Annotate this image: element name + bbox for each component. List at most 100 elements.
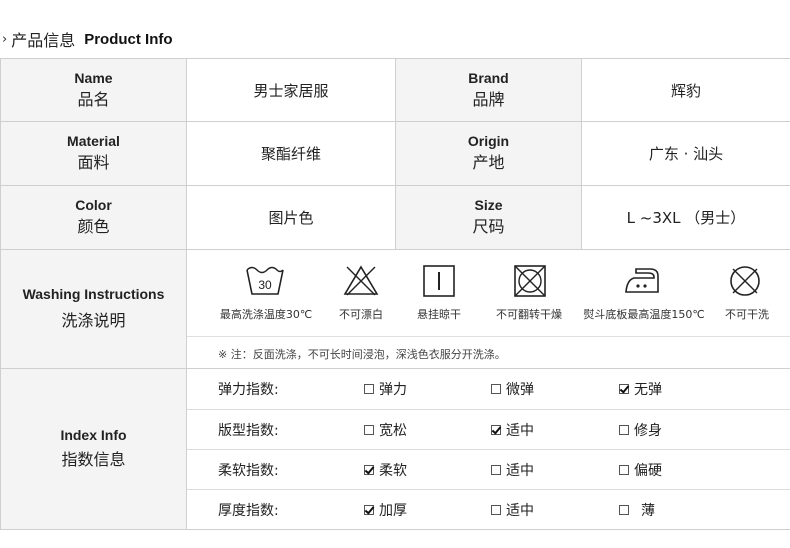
section-title-en: Product Info [84,30,173,48]
option-label: 宽松 [379,423,407,439]
product-info-table: Name 品名 男士家居服 Brand 品牌 辉豹 Material 面料 聚酯… [0,58,790,530]
label-cn: 洗涤说明 [61,311,126,330]
index-cell: 弹力指数: 弹力 微弹 无弹 版型指数: 宽松 适中 修身 柔软指数: 柔软 适… [186,368,790,530]
no-tumble-dry-icon [509,264,551,298]
label-cell: Washing Instructions 洗涤说明 [0,249,187,369]
checkbox-checked[interactable] [619,384,629,394]
checkbox[interactable] [619,505,629,515]
table-row: Name 品名 男士家居服 Brand 品牌 辉豹 [0,58,790,122]
checkbox[interactable] [364,425,374,435]
value-cell: 聚酯纤维 [186,121,396,186]
care-caption: 不可干洗 [725,308,769,321]
label-cell: Color 颜色 [0,185,187,250]
checkbox-option[interactable]: 适中 [491,460,534,480]
label-cn: 面料 [77,153,110,172]
option-label: 加厚 [379,503,407,519]
option-label: 柔软 [379,463,407,479]
iron-medium-icon [621,264,663,296]
label-en: Material [67,133,120,149]
index-name: 版型指数: [218,423,279,439]
no-bleach-icon [340,264,382,296]
index-item: 版型指数: 宽松 适中 修身 [187,409,790,450]
label-cell: Size 尺码 [395,185,582,250]
value-text: 广东 · 汕头 [648,145,724,163]
chevron-right-icon: › [2,31,8,47]
checkbox-option[interactable]: 弹力 [364,379,407,399]
care-symbols: 30 最高洗涤温度30℃ 不可漂白 悬挂晾干 不可翻转干燥 熨斗底板最高温度15… [187,250,790,336]
value-text: 男士家居服 [253,81,329,100]
label-en: Origin [467,133,510,149]
table-row: Color 颜色 图片色 Size 尺码 L ~3XL （男士） [0,185,790,250]
index-name: 弹力指数: [218,382,279,398]
washing-row: Washing Instructions 洗涤说明 30 最高洗涤温度30℃ 不… [0,249,790,369]
label-cn: 指数信息 [61,450,126,469]
checkbox-option[interactable]: 柔软 [364,460,407,480]
checkbox-option[interactable]: 适中 [491,500,534,520]
option-label: 适中 [506,463,534,479]
value-cell: L ~3XL （男士） [581,185,790,250]
value-cell: 男士家居服 [186,58,396,122]
checkbox[interactable] [491,505,501,515]
label-cn: 颜色 [77,217,110,236]
label-cell: Material 面料 [0,121,187,186]
washing-note: ※ 注：反面洗涤，不可长时间浸泡，深浅色衣服分开洗涤。 [218,348,506,361]
label-en: Washing Instructions [22,286,165,302]
checkbox-option[interactable]: 修身 [619,420,662,440]
option-label: 无弹 [634,382,662,398]
index-item: 厚度指数: 加厚 适中 薄 [187,489,790,530]
label-en: Size [474,197,503,213]
index-item: 柔软指数: 柔软 适中 偏硬 [187,449,790,490]
option-label: 微弹 [506,382,534,398]
care-caption: 悬挂晾干 [417,308,461,321]
section-title-cn: 产品信息 [11,31,76,50]
checkbox-option[interactable]: 偏硬 [619,460,662,480]
value-text: 辉豹 [670,81,701,100]
option-label: 适中 [506,423,534,439]
label-en: Index Info [60,427,127,443]
checkbox-option[interactable]: 薄 [619,500,655,520]
checkbox[interactable] [364,384,374,394]
index-name: 柔软指数: [218,463,279,479]
checkbox-option[interactable]: 加厚 [364,500,407,520]
value-text: 图片色 [268,209,314,227]
checkbox[interactable] [491,465,501,475]
value-text: L ~3XL （男士） [626,209,746,227]
section-header: › 产品信息 Product Info [2,28,173,51]
checkbox-option[interactable]: 宽松 [364,420,407,440]
option-label: 适中 [506,503,534,519]
label-cn: 品名 [77,89,110,109]
checkbox-option[interactable]: 微弹 [491,379,534,399]
wash-30-icon: 30 [244,264,286,296]
option-label: 偏硬 [634,463,662,479]
index-row: Index Info 指数信息 弹力指数: 弹力 微弹 无弹 版型指数: 宽松 … [0,368,790,530]
option-label: 薄 [641,503,655,519]
checkbox[interactable] [491,384,501,394]
label-cn: 产地 [472,153,505,172]
value-cell: 图片色 [186,185,396,250]
checkbox-checked[interactable] [364,465,374,475]
wash-temp: 30 [258,278,272,292]
label-cell: Brand 品牌 [395,58,582,122]
value-text: 聚酯纤维 [260,145,321,163]
washing-note-row: ※ 注：反面洗涤，不可长时间浸泡，深浅色衣服分开洗涤。 [187,336,790,369]
label-en: Name [74,69,113,86]
washing-cell: 30 最高洗涤温度30℃ 不可漂白 悬挂晾干 不可翻转干燥 熨斗底板最高温度15… [186,249,790,369]
label-cell: Origin 产地 [395,121,582,186]
checkbox[interactable] [619,425,629,435]
index-name: 厚度指数: [218,503,279,519]
care-caption: 熨斗底板最高温度150℃ [583,308,705,321]
label-cn: 尺码 [472,217,505,236]
care-caption: 不可漂白 [339,308,383,321]
label-en: Color [75,197,112,213]
checkbox[interactable] [619,465,629,475]
care-caption: 不可翻转干燥 [496,308,562,321]
hang-dry-icon [418,264,460,298]
checkbox-checked[interactable] [364,505,374,515]
checkbox-option[interactable]: 适中 [491,420,534,440]
checkbox-checked[interactable] [491,425,501,435]
option-label: 修身 [634,423,662,439]
value-cell: 广东 · 汕头 [581,121,790,186]
no-dry-clean-icon [724,264,766,298]
checkbox-option[interactable]: 无弹 [619,379,662,399]
value-cell: 辉豹 [581,58,790,122]
